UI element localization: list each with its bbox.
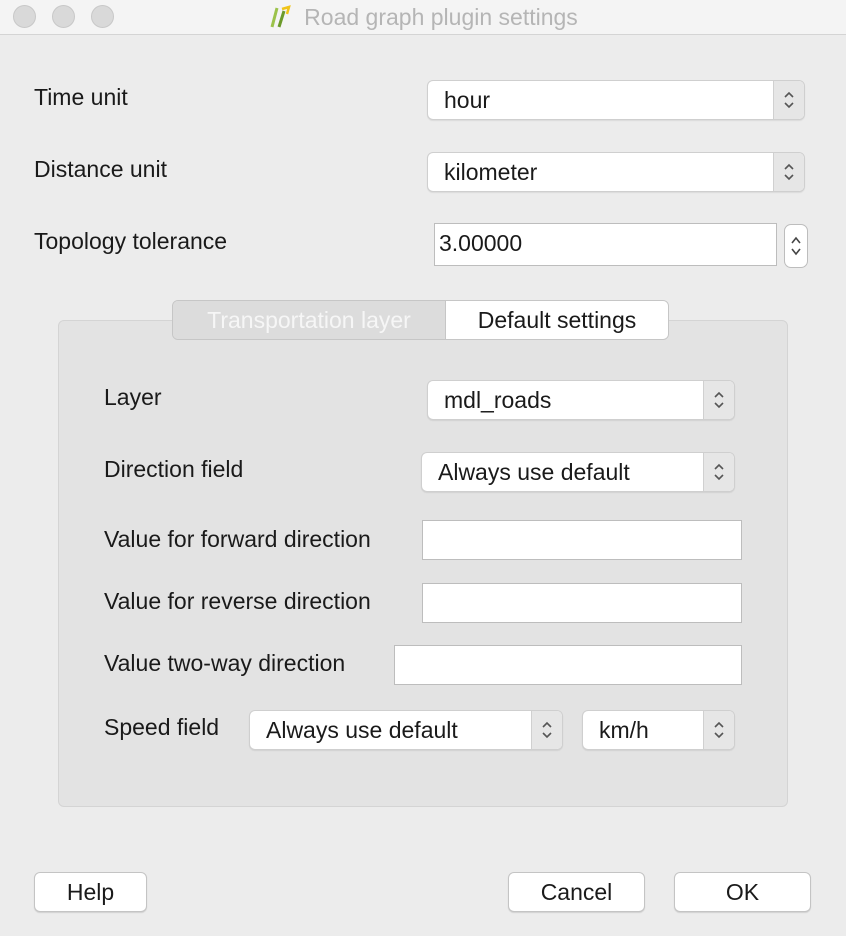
direction-field-label: Direction field <box>104 456 244 482</box>
distance-unit-label: Distance unit <box>34 156 167 182</box>
direction-field-select[interactable]: Always use default <box>421 452 735 492</box>
updown-chevron-icon <box>531 711 562 749</box>
time-unit-value: hour <box>444 87 491 113</box>
twoway-direction-label: Value two-way direction <box>104 650 346 676</box>
twoway-direction-input[interactable] <box>394 645 742 685</box>
tab-transportation-layer[interactable]: Transportation layer <box>173 301 445 339</box>
stepper-arrows-icon <box>791 236 801 256</box>
reverse-direction-input[interactable] <box>422 583 742 623</box>
updown-chevron-icon <box>703 381 734 419</box>
speed-field-label: Speed field <box>104 714 220 740</box>
updown-chevron-icon <box>773 153 804 191</box>
title-bar: Road graph plugin settings <box>0 0 846 35</box>
updown-chevron-icon <box>703 453 734 491</box>
forward-direction-input[interactable] <box>422 520 742 560</box>
speed-unit-select[interactable]: km/h <box>582 710 735 750</box>
updown-chevron-icon <box>773 81 804 119</box>
direction-field-value: Always use default <box>438 459 630 485</box>
reverse-direction-label: Value for reverse direction <box>104 588 371 614</box>
help-button[interactable]: Help <box>34 872 147 912</box>
time-unit-label: Time unit <box>34 84 128 110</box>
tolerance-stepper[interactable] <box>784 224 808 268</box>
speed-field-value: Always use default <box>266 717 458 743</box>
distance-unit-value: kilometer <box>444 159 538 185</box>
topology-tolerance-value: 3.00000 <box>439 230 523 256</box>
layer-select[interactable]: mdl_roads <box>427 380 735 420</box>
road-graph-icon <box>270 5 291 28</box>
distance-unit-select[interactable]: kilometer <box>427 152 805 192</box>
time-unit-select[interactable]: hour <box>427 80 805 120</box>
speed-unit-value: km/h <box>599 717 649 743</box>
topology-tolerance-label: Topology tolerance <box>34 228 228 254</box>
cancel-button[interactable]: Cancel <box>508 872 645 912</box>
speed-field-select[interactable]: Always use default <box>249 710 563 750</box>
window-title: Road graph plugin settings <box>304 3 578 30</box>
layer-value: mdl_roads <box>444 387 552 413</box>
layer-label: Layer <box>104 384 162 410</box>
ok-button[interactable]: OK <box>674 872 811 912</box>
tab-default-settings[interactable]: Default settings <box>445 301 668 339</box>
tab-bar: Transportation layer Default settings <box>172 300 669 340</box>
updown-chevron-icon <box>703 711 734 749</box>
topology-tolerance-input[interactable]: 3.00000 <box>434 223 777 266</box>
forward-direction-label: Value for forward direction <box>104 526 371 552</box>
